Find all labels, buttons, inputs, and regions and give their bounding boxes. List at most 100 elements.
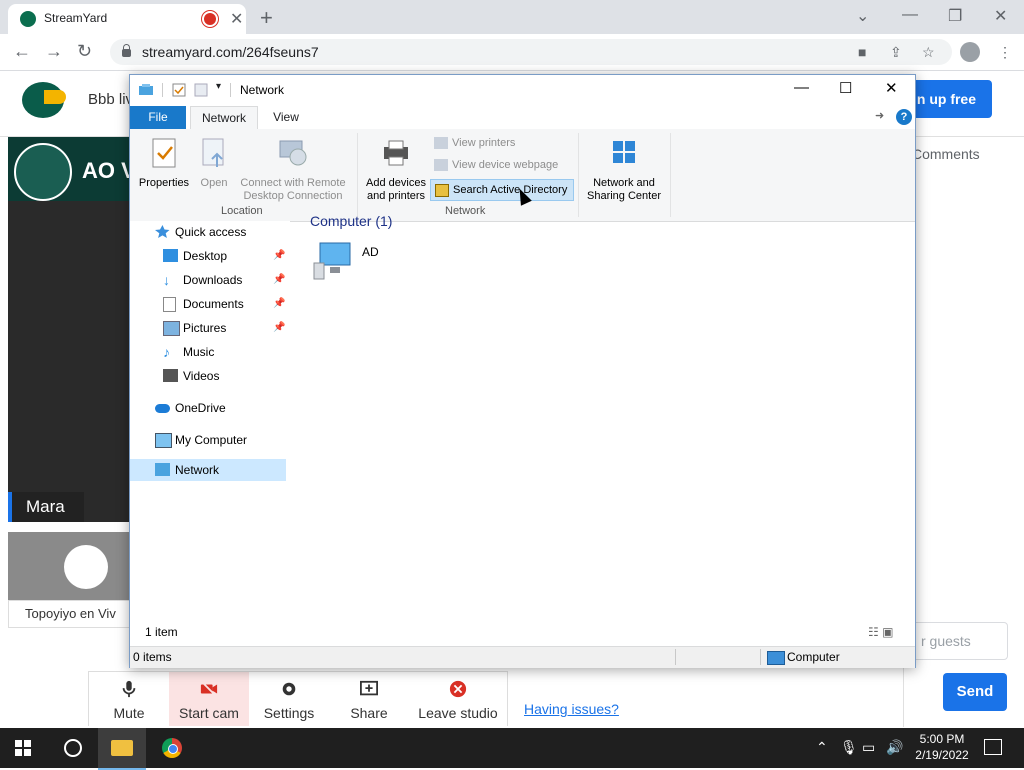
windows-start-icon[interactable] [15, 740, 31, 756]
close-window-icon[interactable]: ✕ [994, 6, 1007, 26]
start-cam-button[interactable]: Start cam [169, 672, 249, 726]
pin-ribbon-icon[interactable]: ➜ [875, 109, 884, 122]
back-icon[interactable]: ← [13, 41, 31, 62]
status-divider [675, 649, 676, 665]
tab-view[interactable]: View [264, 106, 308, 129]
close-tab-icon[interactable]: ✕ [230, 9, 243, 29]
streamyard-logo [22, 82, 66, 118]
profile-avatar-icon[interactable] [960, 42, 980, 62]
tab-comments[interactable]: Comments [912, 146, 980, 162]
search-active-directory-button[interactable]: Search Active Directory [430, 179, 574, 201]
cloud-icon [155, 404, 170, 413]
tab-search-icon[interactable]: ⌄ [856, 6, 869, 26]
nav-desktop-label: Desktop [183, 249, 228, 263]
help-icon[interactable]: ? [896, 109, 912, 125]
tray-volume-icon[interactable]: 🔊 [886, 739, 903, 756]
stage-logo-icon [14, 143, 72, 201]
ad-computer-icon[interactable] [310, 241, 354, 281]
nav-downloads[interactable]: ↓ Downloads 📌 [163, 269, 287, 291]
nav-my-computer[interactable]: My Computer [155, 429, 247, 451]
view-device-webpage-button[interactable]: View device webpage [434, 159, 558, 172]
browser-tab[interactable]: StreamYard ✕ [8, 4, 246, 34]
explorer-title: Network [240, 83, 285, 97]
tab-file[interactable]: File [130, 106, 186, 129]
send-button[interactable]: Send [943, 673, 1007, 711]
start-quad [24, 749, 31, 756]
view-printers-button[interactable]: View printers [434, 137, 516, 150]
mute-button[interactable]: Mute [89, 672, 169, 726]
share-label: Share [350, 705, 388, 721]
open-button[interactable]: Open [196, 137, 232, 190]
explorer-title-bar[interactable]: ▾ Network — ☐ ✕ [130, 75, 915, 106]
nav-downloads-label: Downloads [183, 273, 243, 287]
tray-network-icon[interactable]: ▭ [862, 739, 875, 756]
nav-videos[interactable]: Videos [163, 365, 219, 387]
having-issues-link[interactable]: Having issues? [524, 701, 619, 717]
nav-documents[interactable]: Documents 📌 [163, 293, 287, 315]
explorer-maximize-icon[interactable]: ☐ [839, 79, 852, 97]
camera-icon[interactable]: ■ [858, 44, 866, 60]
ad-computer-label[interactable]: AD [362, 245, 379, 259]
group-header[interactable]: Computer (1) [310, 213, 392, 229]
add-devices-button[interactable]: Add devices and printers [362, 137, 430, 203]
qat-dropdown-icon[interactable]: ▾ [216, 81, 230, 95]
share-button[interactable]: Share [329, 672, 409, 726]
connect-remote-desktop-button[interactable]: Connect with Remote Desktop Connection [236, 137, 350, 203]
nav-network-label: Network [175, 463, 220, 477]
bookmark-star-icon[interactable]: ☆ [922, 44, 935, 61]
guest-name-bar: Topoyiyo en Viv [8, 600, 132, 628]
share-screen-icon [360, 680, 378, 696]
view-toggle-icons[interactable]: ☷ ▣ [868, 625, 893, 639]
taskbar-clock[interactable]: 5:00 PM 2/19/2022 [910, 731, 974, 763]
taskbar-file-explorer[interactable] [98, 728, 146, 770]
nav-quick-access[interactable]: Quick access [155, 221, 246, 243]
taskbar-chrome-icon[interactable] [162, 738, 182, 758]
qat-divider-2 [230, 83, 231, 97]
nav-desktop[interactable]: Desktop 📌 [163, 245, 287, 267]
share-icon[interactable]: ⇪ [890, 44, 902, 61]
nav-onedrive[interactable]: OneDrive [155, 397, 226, 419]
nav-network[interactable]: Network [130, 459, 286, 481]
content-pane: Computer (1) AD [292, 213, 915, 621]
nav-pictures[interactable]: Pictures 📌 [163, 317, 287, 339]
explorer-minimize-icon[interactable]: — [794, 79, 809, 96]
host-name: Mara [26, 497, 65, 516]
leave-studio-label: Leave studio [418, 705, 498, 721]
clock-time: 5:00 PM [919, 732, 965, 746]
music-note-icon: ♪ [163, 344, 170, 360]
view-webpage-icon [434, 159, 448, 172]
properties-icon [152, 138, 176, 168]
file-explorer-window[interactable]: ▾ Network — ☐ ✕ File Network View ➜ ? Pr… [129, 74, 916, 668]
notification-center-icon[interactable] [984, 739, 1002, 755]
address-bar[interactable]: streamyard.com/264fseuns7 [110, 39, 952, 65]
menu-kebab-icon[interactable]: ⋮ [998, 44, 1012, 61]
reload-icon[interactable]: ↻ [77, 41, 92, 62]
properties-label: Properties [138, 177, 190, 189]
network-sharing-center-button[interactable]: Network and Sharing Center [582, 137, 666, 203]
guest-link-input[interactable]: r guests [910, 622, 1008, 660]
tray-chevron-icon[interactable]: ⌃ [816, 739, 828, 756]
leave-studio-button[interactable]: Leave studio [409, 672, 507, 726]
start-quad [24, 740, 31, 747]
explorer-close-icon[interactable]: ✕ [885, 79, 898, 97]
properties-qat-icon[interactable] [172, 83, 186, 97]
signup-label: gn up free [908, 91, 976, 107]
new-tab-button[interactable]: + [260, 5, 273, 31]
forward-icon[interactable]: → [45, 41, 63, 62]
group-network-label: Network [445, 205, 486, 217]
properties-button[interactable]: Properties [136, 137, 192, 190]
nav-pictures-label: Pictures [183, 321, 227, 335]
new-folder-qat-icon[interactable] [194, 83, 208, 97]
recording-indicator-icon [204, 13, 216, 25]
ribbon-group-divider-3 [670, 133, 671, 217]
tray-mic-icon[interactable]: 🎙 [840, 739, 858, 756]
nav-documents-label: Documents [183, 297, 244, 311]
tab-network[interactable]: Network [190, 106, 258, 130]
view-printers-label: View printers [452, 137, 516, 149]
minimize-icon[interactable]: — [902, 6, 918, 24]
computer-icon [155, 433, 172, 448]
nav-music[interactable]: ♪ Music [163, 341, 214, 363]
taskbar-search-icon[interactable] [64, 739, 82, 757]
settings-button[interactable]: Settings [249, 672, 329, 726]
restore-icon[interactable]: ❐ [948, 6, 962, 26]
